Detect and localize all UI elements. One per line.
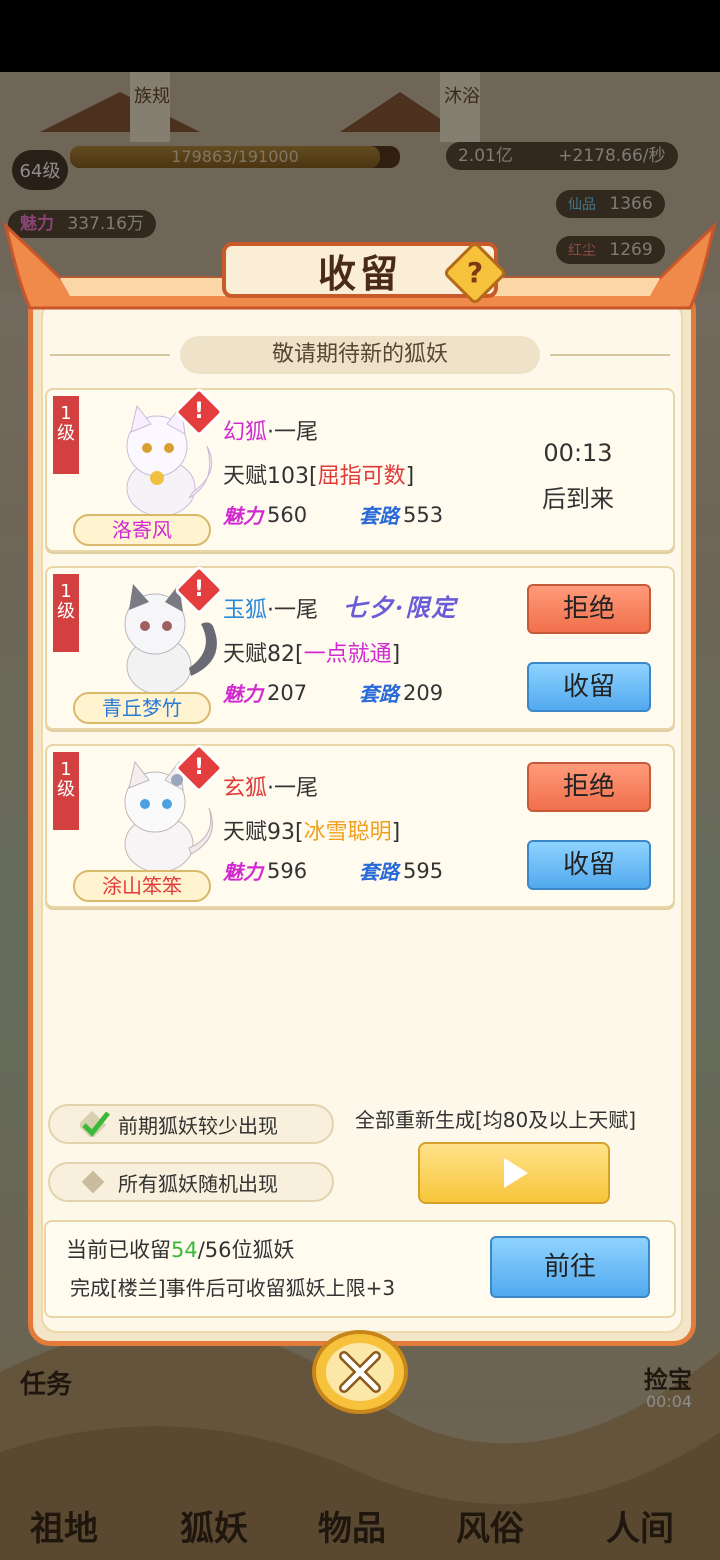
toggle-label: 前期狐妖较少出现 (118, 1113, 278, 1138)
route-value: 209 (403, 680, 444, 705)
charm-value: 560 (267, 502, 308, 527)
fox-tail: ·一尾 (267, 776, 319, 801)
talent-suffix: ] (391, 820, 401, 845)
route-stat: 套路 595 (359, 856, 443, 885)
fox-species-line: 幻狐·一尾 (223, 414, 318, 446)
charm-value: 596 (267, 858, 308, 883)
route-value: 595 (403, 858, 444, 883)
question-icon: ? (466, 256, 484, 289)
count-current: 54 (171, 1238, 198, 1262)
dialog-subtitle: 敬请期待新的狐妖 (180, 336, 540, 374)
limited-edition-tag: 七夕·限定 (343, 593, 458, 622)
level-ribbon: 1级 (53, 396, 79, 474)
talent-prefix: 天赋103[ (223, 464, 318, 489)
charm-tag: 魅力 (223, 504, 263, 528)
route-tag: 套路 (359, 860, 399, 884)
toggle-random-foxes[interactable]: 所有狐妖随机出现 (48, 1162, 334, 1202)
goto-button[interactable]: 前往 (490, 1236, 650, 1298)
fox-species-line: 玄狐·一尾 (223, 770, 318, 802)
accept-button[interactable]: 收留 (527, 662, 651, 712)
reject-button[interactable]: 拒绝 (527, 762, 651, 812)
fox-card-1: 1级 ! 洛寄风 幻狐·一尾 天赋103[屈指可数] 魅力 560 套路 553… (45, 386, 675, 552)
level-ribbon: 1级 (53, 752, 79, 830)
timer-value: 00:13 (543, 439, 613, 467)
status-bar (0, 0, 720, 72)
talent-name: 屈指可数 (317, 464, 406, 489)
regenerate-video-button[interactable] (418, 1142, 610, 1204)
toggle-fewer-early-foxes[interactable]: 前期狐妖较少出现 (48, 1104, 334, 1144)
reject-button[interactable]: 拒绝 (527, 584, 651, 634)
fox-name: 青丘梦竹 (73, 692, 211, 724)
fox-species-line: 玉狐·一尾 (223, 592, 318, 624)
play-icon (504, 1158, 528, 1188)
charm-stat: 魅力 560 (223, 500, 307, 529)
unchecked-diamond-icon (80, 1169, 106, 1195)
subtitle-divider-left (50, 354, 170, 356)
charm-stat: 魅力 207 (223, 678, 307, 707)
checkmark-icon (77, 1110, 110, 1140)
talent-name: 一点就通 (303, 642, 392, 667)
fox-name: 涂山笨笨 (73, 870, 211, 902)
count-rest: /56位狐妖 (197, 1238, 295, 1262)
fox-talent-line: 天赋103[屈指可数] (223, 458, 414, 490)
route-tag: 套路 (359, 504, 399, 528)
route-tag: 套路 (359, 682, 399, 706)
talent-prefix: 天赋93[ (223, 820, 304, 845)
charm-tag: 魅力 (223, 860, 263, 884)
talent-name: 冰雪聪明 (303, 820, 392, 845)
fox-species: 玄狐 (223, 776, 268, 801)
limit-note: 完成[楼兰]事件后可收留狐妖上限+3 (70, 1276, 396, 1300)
toggle-label: 所有狐妖随机出现 (118, 1171, 278, 1196)
fox-talent-line: 天赋82[一点就通] (223, 636, 400, 668)
charm-tag: 魅力 (223, 682, 263, 706)
route-stat: 套路 209 (359, 678, 443, 707)
route-value: 553 (403, 502, 444, 527)
level-ribbon: 1级 (53, 574, 79, 652)
fox-species: 幻狐 (223, 420, 268, 445)
arrival-timer: 00:13 后到来 (515, 430, 641, 522)
timer-suffix: 后到来 (542, 485, 614, 513)
route-stat: 套路 553 (359, 500, 443, 529)
close-button[interactable] (312, 1330, 408, 1414)
fox-talent-line: 天赋93[冰雪聪明] (223, 814, 400, 846)
fox-card-3: 1级 ! 涂山笨笨 玄狐·一尾 天赋93[冰雪聪明] 魅力 596 套路 595… (45, 742, 675, 908)
fox-tail: ·一尾 (267, 598, 319, 623)
talent-suffix: ] (391, 642, 401, 667)
sheltered-count: 当前已收留54/56位狐妖 (66, 1234, 295, 1264)
fox-card-2: 1级 ! 青丘梦竹 玉狐·一尾 七夕·限定 天赋82[一点就通] 魅力 207 … (45, 564, 675, 730)
subtitle-divider-right (550, 354, 670, 356)
fox-species: 玉狐 (223, 598, 268, 623)
accept-button[interactable]: 收留 (527, 840, 651, 890)
talent-suffix: ] (405, 464, 415, 489)
fox-tail: ·一尾 (267, 420, 319, 445)
fox-name: 洛寄风 (73, 514, 211, 546)
talent-prefix: 天赋82[ (223, 642, 304, 667)
count-prefix: 当前已收留 (66, 1238, 171, 1262)
charm-value: 207 (267, 680, 308, 705)
regenerate-label: 全部重新生成[均80及以上天赋] (355, 1108, 637, 1132)
charm-stat: 魅力 596 (223, 856, 307, 885)
